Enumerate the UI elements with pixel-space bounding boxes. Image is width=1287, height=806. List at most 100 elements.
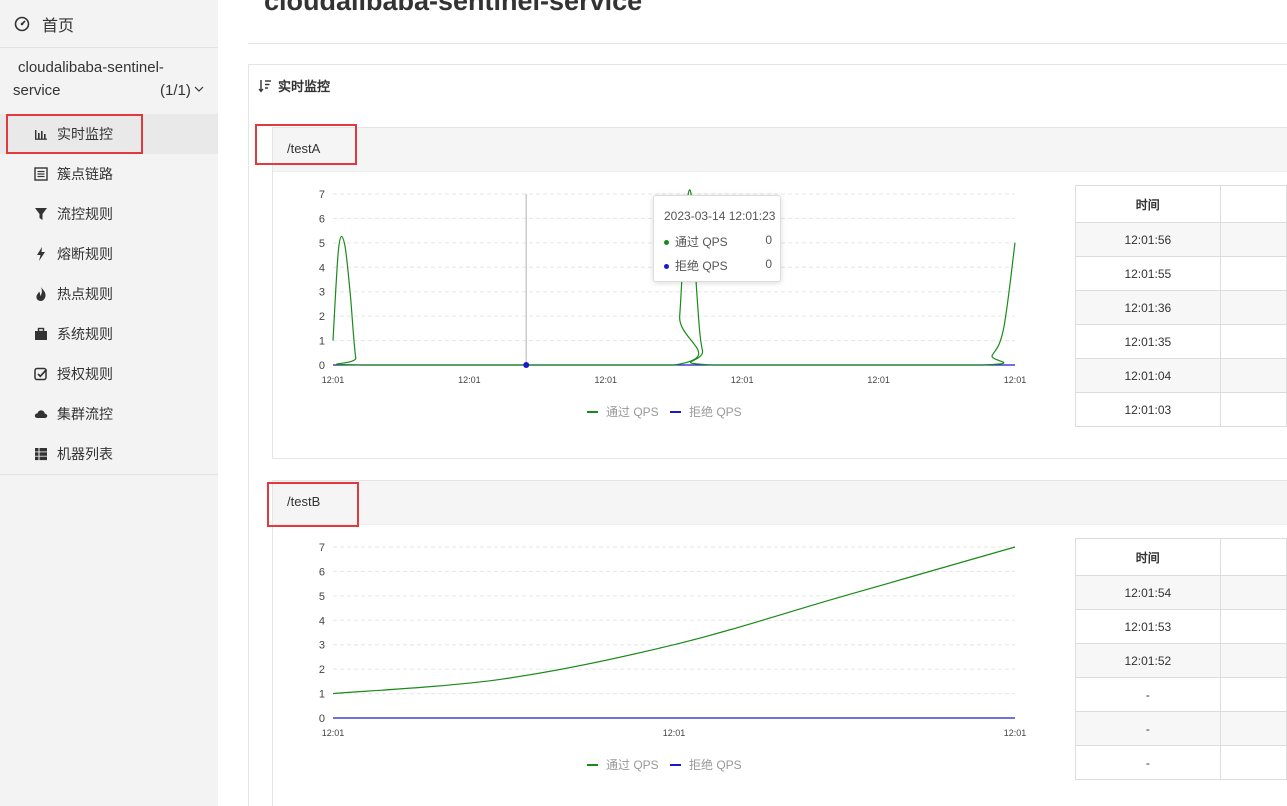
page-title: cloudalibaba-sentinel-service	[264, 0, 643, 16]
table-cell	[1219, 358, 1287, 393]
x-tick-label: 12:01	[867, 375, 890, 385]
panel-title: 实时监控	[278, 79, 331, 94]
table-cell	[1219, 290, 1287, 325]
highlight-box-testB	[267, 482, 359, 527]
table-cell-time: 12:01:52	[1075, 643, 1221, 678]
sidebar-home-label: 首页	[42, 17, 75, 35]
x-tick-label: 12:01	[1004, 375, 1027, 385]
x-tick-label: 12:01	[595, 375, 618, 385]
y-tick-label: 6	[319, 213, 325, 225]
y-tick-label: 2	[319, 311, 325, 323]
sidebar-item-label: 授权规则	[57, 366, 113, 382]
fire-icon	[36, 287, 46, 301]
legend-label: 通过 QPS	[606, 405, 659, 419]
table-cell-time: 12:01:55	[1075, 256, 1221, 291]
sidebar-item-authority-rules[interactable]: 授权规则	[0, 354, 218, 394]
sidebar-item-degrade-rules[interactable]: 熔断规则	[0, 234, 218, 274]
table-cell-time: 12:01:35	[1075, 324, 1221, 359]
y-tick-label: 0	[319, 713, 325, 725]
sidebar-item-system-rules[interactable]: 系统规则	[0, 314, 218, 354]
tooltip-pass-label: 通过 QPS	[675, 235, 728, 249]
y-tick-label: 2	[319, 664, 325, 676]
table-header-time: 时间	[1075, 538, 1221, 576]
y-tick-label: 7	[319, 189, 325, 201]
sidebar-item-label: 系统规则	[57, 326, 113, 342]
qps-chart-testB: 0 1 2 3 4 5 6 7 12:01 12:01 12:01 通过 QPS 拒绝 QPS	[319, 542, 1026, 772]
chevron-down-icon	[194, 86, 204, 92]
list-icon	[34, 167, 48, 181]
y-tick-label: 1	[319, 689, 325, 701]
x-tick-label: 12:01	[458, 375, 481, 385]
table-cell-time: -	[1075, 745, 1221, 780]
y-tick-label: 3	[319, 640, 325, 652]
title-divider	[248, 43, 1287, 44]
sidebar-item-label: 机器列表	[57, 446, 113, 462]
table-cell-time: 12:01:54	[1075, 575, 1221, 610]
th-list-icon	[35, 448, 47, 461]
sidebar-item-cluster-flow[interactable]: 集群流控	[0, 394, 218, 434]
table-cell	[1219, 643, 1287, 678]
highlight-box-menu	[6, 114, 143, 154]
pass-dot-icon	[664, 240, 669, 246]
table-cell-time: 12:01:03	[1075, 392, 1221, 427]
bolt-icon	[37, 247, 45, 261]
table-cell	[1219, 745, 1287, 780]
sort-icon	[258, 79, 271, 93]
sidebar-item-label: 熔断规则	[57, 246, 113, 262]
sidebar-item-hotspot-rules[interactable]: 热点规则	[0, 274, 218, 314]
x-tick-label: 12:01	[322, 728, 345, 738]
tooltip-pass-value: 0	[765, 233, 772, 247]
check-square-icon	[34, 367, 48, 381]
y-tick-label: 4	[319, 615, 325, 627]
chart-tooltip: 2023-03-14 12:01:23 通过 QPS 0 拒绝 QPS 0	[653, 195, 781, 282]
app-instance-count: (1/1)	[160, 82, 191, 99]
series-line	[332, 546, 1016, 695]
table-cell	[1219, 711, 1287, 746]
app-selector[interactable]: cloudalibaba-sentinel- service (1/1)	[0, 48, 218, 114]
briefcase-icon	[35, 327, 47, 340]
hover-point	[523, 362, 530, 368]
table-cell	[1219, 222, 1287, 257]
y-tick-label: 6	[319, 566, 325, 578]
table-cell	[1219, 609, 1287, 644]
table-cell	[1219, 324, 1287, 359]
card-header: /testB	[273, 481, 1287, 525]
tooltip-block-label: 拒绝 QPS	[675, 259, 728, 273]
legend-label: 拒绝 QPS	[689, 757, 742, 772]
legend-label: 通过 QPS	[606, 758, 659, 772]
table-header-col2	[1219, 185, 1287, 223]
y-tick-label: 5	[319, 591, 325, 603]
y-tick-label: 4	[319, 262, 325, 274]
sidebar-item-label: 集群流控	[57, 406, 113, 422]
filter-icon	[35, 208, 47, 220]
sidebar-home[interactable]: 首页	[0, 0, 218, 48]
table-cell	[1219, 677, 1287, 712]
tooltip-row-block: 拒绝 QPS 0	[664, 257, 772, 274]
x-tick-label: 12:01	[663, 728, 686, 738]
table-cell	[1219, 392, 1287, 427]
table-header-time: 时间	[1075, 185, 1221, 223]
table-cell-time: 12:01:53	[1075, 609, 1221, 644]
card-header: /testA	[273, 128, 1287, 172]
x-tick-label: 12:01	[322, 375, 345, 385]
x-tick-label: 12:01	[731, 375, 754, 385]
y-tick-label: 0	[319, 360, 325, 372]
tooltip-time: 2023-03-14 12:01:23	[664, 209, 776, 223]
y-tick-label: 3	[319, 287, 325, 299]
legend-label: 拒绝 QPS	[689, 404, 742, 419]
sidebar-item-machine-list[interactable]: 机器列表	[0, 434, 218, 474]
table-cell-time: 12:01:04	[1075, 358, 1221, 393]
app-name-line1: cloudalibaba-sentinel-	[18, 59, 164, 76]
panel-header: 实时监控	[258, 76, 330, 95]
sidebar-item-cluster-point-link[interactable]: 簇点链路	[0, 154, 218, 194]
app-name-line2: service	[13, 82, 61, 99]
y-tick-label: 7	[319, 542, 325, 554]
sidebar-item-label: 流控规则	[57, 206, 113, 222]
cloud-icon	[34, 410, 48, 418]
sidebar-item-flow-rules[interactable]: 流控规则	[0, 194, 218, 234]
tooltip-row-pass: 通过 QPS 0	[664, 233, 772, 250]
dashboard-icon	[14, 16, 30, 31]
table-cell-time: -	[1075, 677, 1221, 712]
y-tick-label: 5	[319, 238, 325, 250]
y-tick-label: 1	[319, 336, 325, 348]
